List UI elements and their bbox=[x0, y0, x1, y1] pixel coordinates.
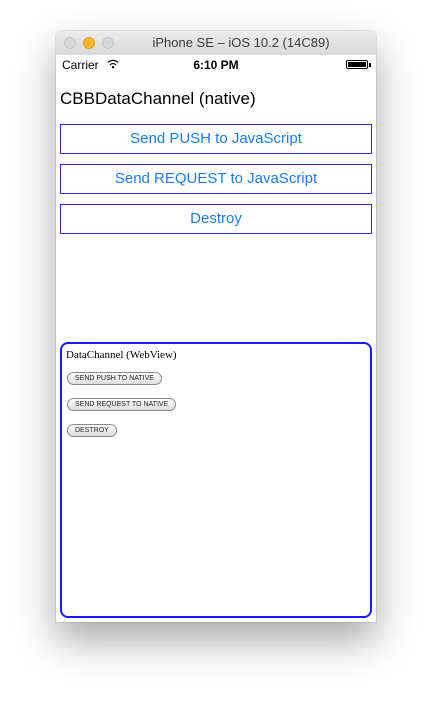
webview-destroy-button[interactable]: DESTROY bbox=[67, 424, 117, 437]
battery-tip bbox=[369, 63, 371, 67]
device-screen: Carrier 6:10 PM CBBDataChannel (native) … bbox=[56, 55, 376, 622]
status-bar: Carrier 6:10 PM bbox=[56, 55, 376, 75]
native-title: CBBDataChannel (native) bbox=[60, 89, 256, 108]
minimize-window-button[interactable] bbox=[83, 37, 95, 49]
destroy-button[interactable]: Destroy bbox=[60, 204, 372, 234]
webview-container: DataChannel (WebView) SEND PUSH TO NATIV… bbox=[60, 342, 372, 618]
webview-title: DataChannel (WebView) bbox=[66, 349, 177, 361]
window-title: iPhone SE – iOS 10.2 (14C89) bbox=[152, 35, 330, 50]
send-request-to-javascript-button[interactable]: Send REQUEST to JavaScript bbox=[60, 164, 372, 194]
close-window-button[interactable] bbox=[64, 37, 76, 49]
zoom-window-button[interactable] bbox=[102, 37, 114, 49]
simulator-window: iPhone SE – iOS 10.2 (14C89) Carrier 6:1… bbox=[56, 31, 376, 622]
battery-icon bbox=[346, 60, 368, 69]
status-time: 6:10 PM bbox=[193, 58, 239, 72]
send-push-to-native-button[interactable]: SEND PUSH TO NATIVE bbox=[67, 372, 162, 385]
send-request-to-native-button[interactable]: SEND REQUEST TO NATIVE bbox=[67, 398, 177, 411]
send-push-to-javascript-button[interactable]: Send PUSH to JavaScript bbox=[60, 124, 372, 154]
window-titlebar: iPhone SE – iOS 10.2 (14C89) bbox=[56, 31, 376, 56]
